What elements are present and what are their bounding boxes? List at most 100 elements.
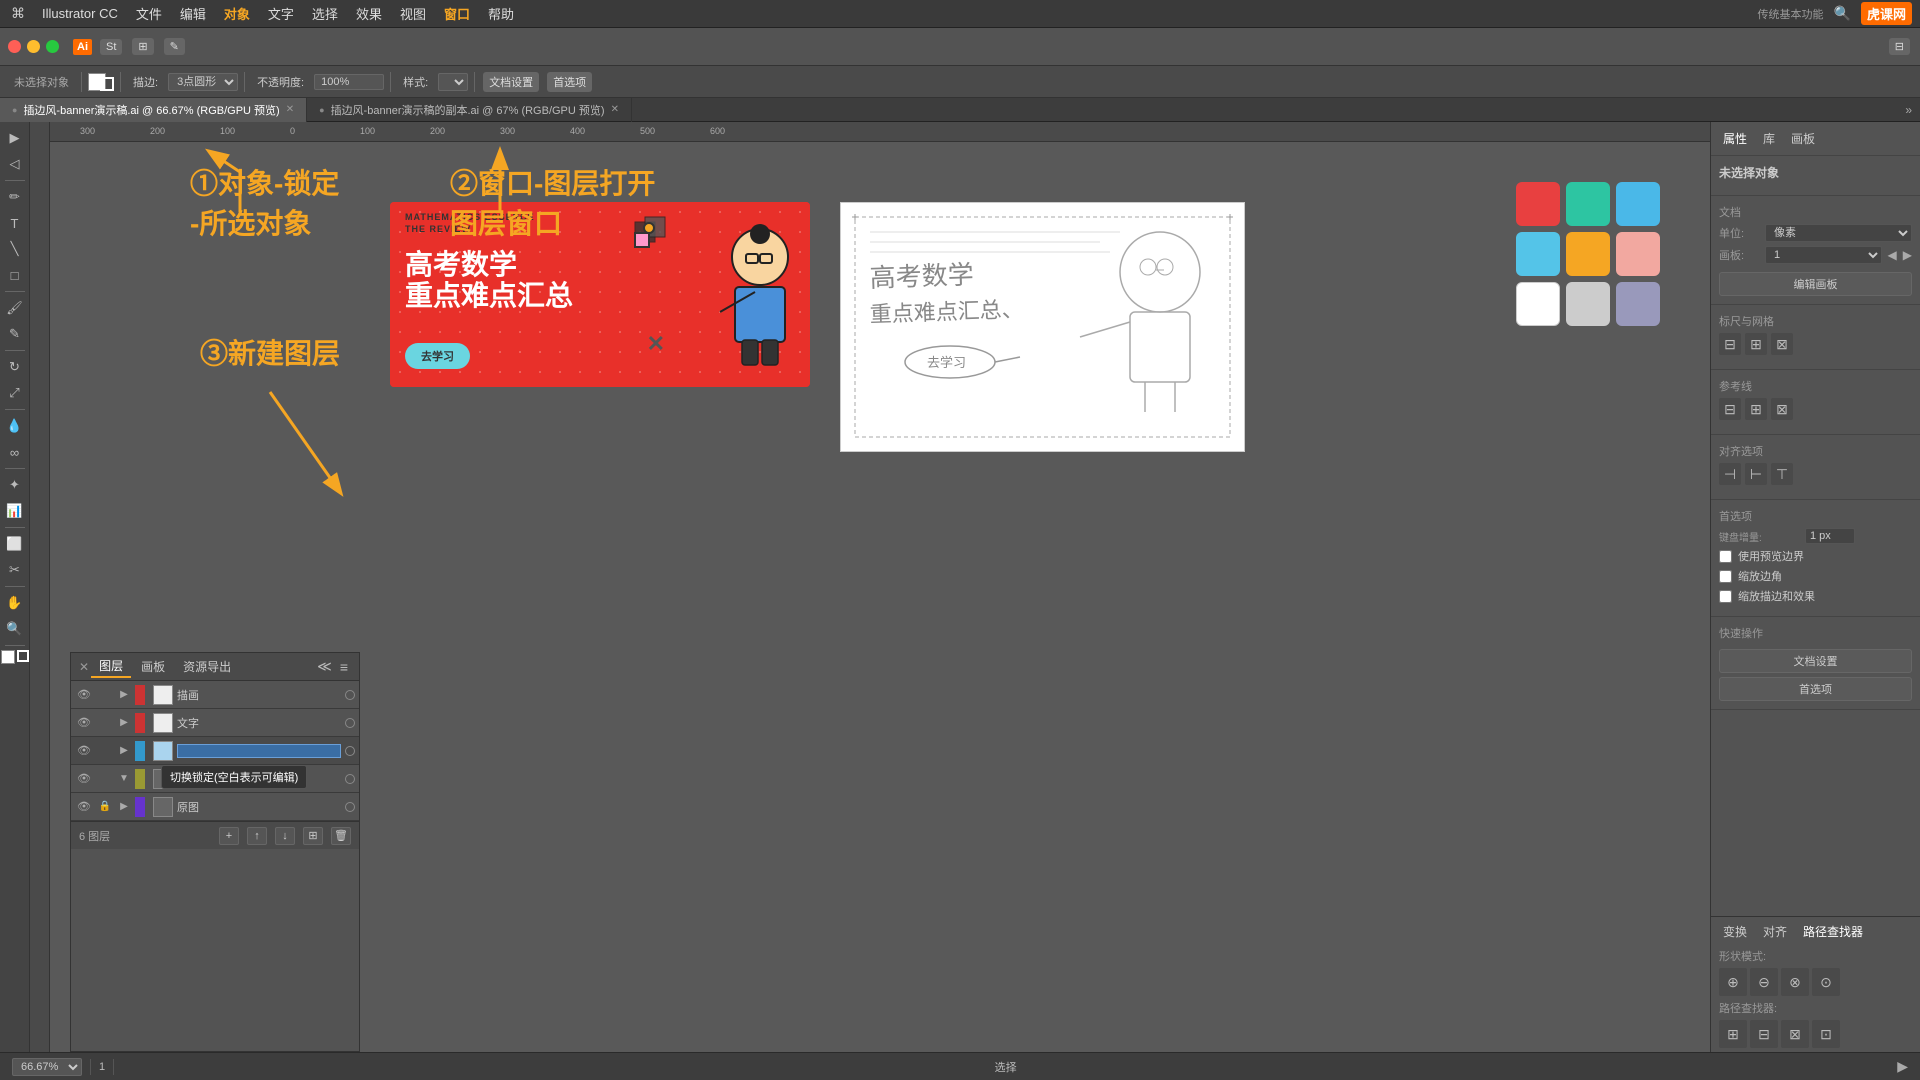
snap-checkbox[interactable] [1719,550,1732,563]
panel-close-btn[interactable]: ✕ [79,660,89,674]
stroke-swatch-small[interactable] [17,650,29,662]
banner-cta[interactable]: 去学习 [405,343,470,369]
layer-eye-original[interactable]: 👁 [75,798,93,816]
preferences-btn[interactable]: 首选项 [547,72,592,92]
guide-icon-1[interactable]: ⊟ [1719,398,1741,420]
artboard-tool[interactable]: ⬜ [3,532,27,556]
rp-tab-properties[interactable]: 属性 [1719,128,1751,149]
maximize-button[interactable] [46,40,59,53]
arrange-btn[interactable]: ⊟ [1889,38,1910,55]
zoom-tool[interactable]: 🔍 [3,617,27,641]
layer-expand-text[interactable]: ▶ [117,716,131,730]
scale-checkbox[interactable] [1719,590,1732,603]
search-icon[interactable]: 🔍 [1834,5,1851,22]
paint-brush-tool[interactable]: 🖌 [3,296,27,320]
align-icon-2[interactable]: ⊢ [1745,463,1767,485]
pen-tool[interactable]: ✏ [3,185,27,209]
swatch-red[interactable] [1516,182,1560,226]
rotate-tool[interactable]: ↻ [3,355,27,379]
align-icon-1[interactable]: ⊣ [1719,463,1741,485]
canvas-area[interactable]: 300 200 100 0 100 200 300 400 500 600 ①对… [30,122,1710,1052]
bottom-tab-transform[interactable]: 变换 [1719,921,1751,942]
panel-collapse[interactable]: ≪ [314,658,335,675]
menu-effect[interactable]: 效果 [348,2,390,25]
menu-help[interactable]: 帮助 [480,2,522,25]
footer-btn-new-layer[interactable]: + [219,827,239,845]
title-btn-pen[interactable]: ✎ [164,38,185,55]
panel-tab-layers[interactable]: 图层 [91,655,131,678]
footer-btn-move-up[interactable]: ↑ [247,827,267,845]
menu-file[interactable]: 文件 [128,2,170,25]
ruler-icon-1[interactable]: ⊟ [1719,333,1741,355]
artboard-next[interactable]: ▶ [1903,248,1912,262]
swatch-orange[interactable] [1566,232,1610,276]
layer-row-text[interactable]: 👁 ▶ 文字 [71,709,359,737]
ruler-icon-3[interactable]: ⊠ [1771,333,1793,355]
direct-select-tool[interactable]: ◁ [3,152,27,176]
type-tool[interactable]: T [3,211,27,235]
rp-tab-artboards[interactable]: 画板 [1787,128,1819,149]
zoom-select[interactable]: 66.67% [12,1058,82,1076]
pathfinder-3[interactable]: ⊠ [1781,1020,1809,1048]
footer-btn-duplicate[interactable]: ⊞ [303,827,323,845]
footer-btn-delete[interactable]: 🗑 [331,827,351,845]
artboard-prev[interactable]: ◀ [1888,248,1897,262]
panel-tab-assets[interactable]: 资源导出 [175,656,239,677]
swatch-teal[interactable] [1566,182,1610,226]
layer-row-editing[interactable]: 👁 ▶ [71,737,359,765]
shape-mode-3[interactable]: ⊗ [1781,968,1809,996]
stroke-color[interactable] [100,77,114,91]
swatch-salmon[interactable] [1616,232,1660,276]
bottom-tab-pathfinder[interactable]: 路径查找器 [1799,921,1867,942]
pencil-tool[interactable]: ✎ [3,322,27,346]
panel-toggle[interactable]: » [1897,103,1920,117]
swatch-bluegray[interactable] [1616,282,1660,326]
swatch-cyan[interactable] [1516,232,1560,276]
tab-1[interactable]: ● 插边风-banner演示稿.ai @ 66.67% (RGB/GPU 预览)… [0,98,307,122]
shape-tool[interactable]: □ [3,263,27,287]
ruler-icon-2[interactable]: ⊞ [1745,333,1767,355]
stroke-select[interactable]: 3点圆形 [168,73,238,91]
menu-select[interactable]: 选择 [304,2,346,25]
graph-tool[interactable]: 📊 [3,499,27,523]
scale-tool[interactable]: ⤢ [3,381,27,405]
style-select[interactable] [438,73,468,91]
bottom-tab-align[interactable]: 对齐 [1759,921,1791,942]
swatch-lightblue[interactable] [1616,182,1660,226]
menu-app-name[interactable]: Illustrator CC [34,4,126,23]
quick-prefs-btn[interactable]: 首选项 [1719,677,1912,701]
layer-lock-editing[interactable] [97,743,113,759]
minimize-button[interactable] [27,40,40,53]
guide-icon-2[interactable]: ⊞ [1745,398,1767,420]
layer-name-input[interactable] [177,744,341,758]
menu-edit[interactable]: 编辑 [172,2,214,25]
panel-menu[interactable]: ≡ [337,659,351,675]
menu-window[interactable]: 窗口 [436,2,478,25]
layer-lock-original[interactable]: 🔒 [97,799,113,815]
layer-expand-color[interactable]: ▼ [117,772,131,786]
quick-doc-settings-btn[interactable]: 文档设置 [1719,649,1912,673]
shape-mode-1[interactable]: ⊕ [1719,968,1747,996]
menu-text[interactable]: 文字 [260,2,302,25]
guide-icon-3[interactable]: ⊠ [1771,398,1793,420]
pathfinder-4[interactable]: ⊡ [1812,1020,1840,1048]
panel-tab-artboard[interactable]: 画板 [133,656,173,677]
pathfinder-2[interactable]: ⊟ [1750,1020,1778,1048]
footer-btn-move-down[interactable]: ↓ [275,827,295,845]
layer-row-original[interactable]: 👁 🔒 ▶ 原图 [71,793,359,821]
layer-lock-text[interactable] [97,715,113,731]
layer-eye-text[interactable]: 👁 [75,714,93,732]
play-btn[interactable]: ▶ [1897,1058,1908,1075]
blend-tool[interactable]: ∞ [3,440,27,464]
swatch-gray[interactable] [1566,282,1610,326]
line-tool[interactable]: ╲ [3,237,27,261]
swatch-white[interactable] [1516,282,1560,326]
apple-menu[interactable]: ⌘ [8,4,28,24]
pathfinder-1[interactable]: ⊞ [1719,1020,1747,1048]
edit-artboard-btn[interactable]: 编辑画板 [1719,272,1912,296]
shape-mode-2[interactable]: ⊖ [1750,968,1778,996]
layer-eye-editing[interactable]: 👁 [75,742,93,760]
hand-tool[interactable]: ✋ [3,591,27,615]
align-icon-3[interactable]: ⊤ [1771,463,1793,485]
menu-object[interactable]: 对象 [216,2,258,25]
